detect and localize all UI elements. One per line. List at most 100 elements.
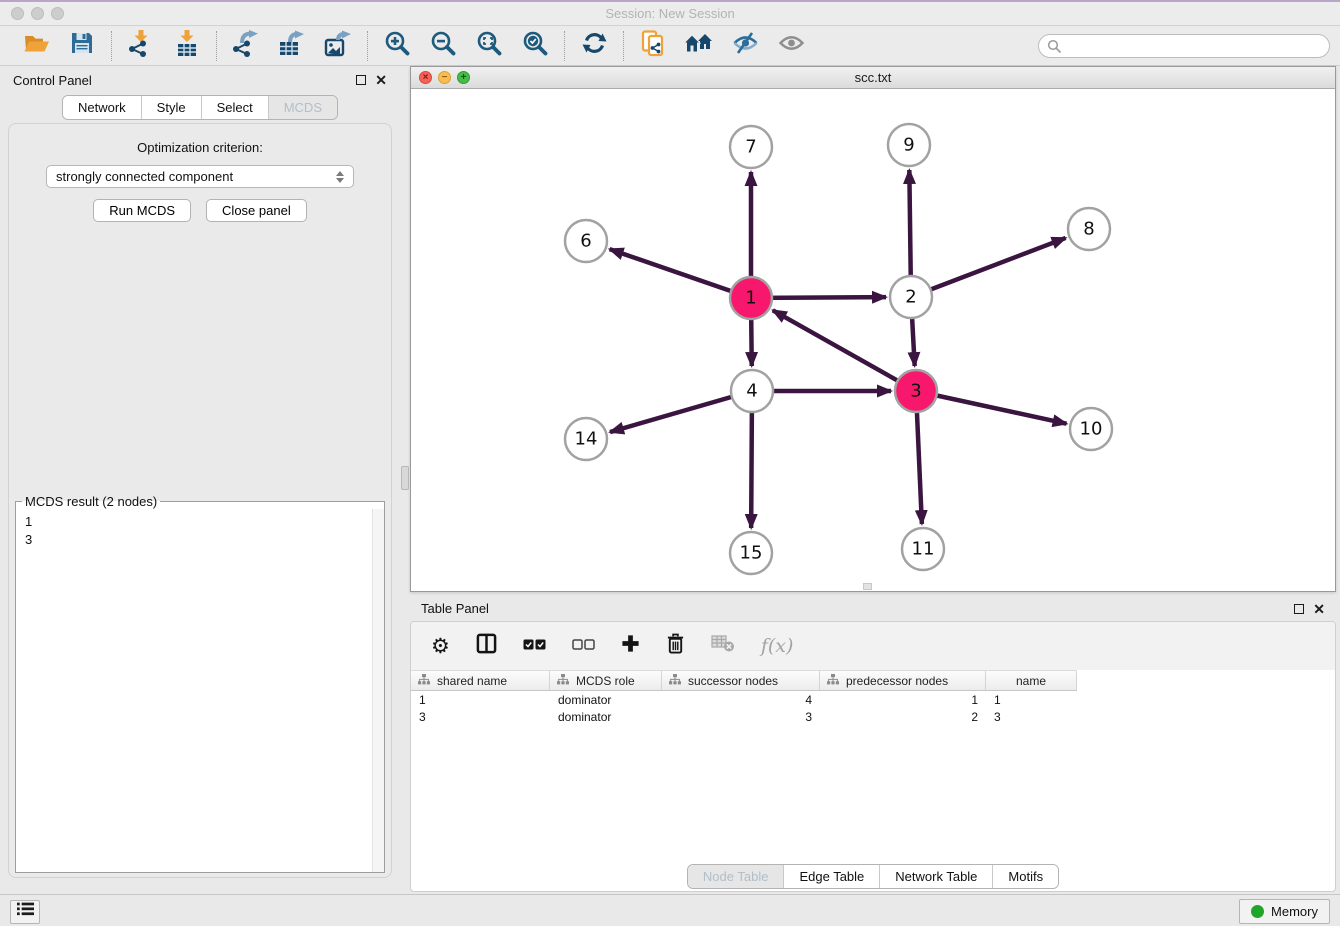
delete-columns-button[interactable] — [666, 633, 685, 659]
toolbar-separator — [623, 31, 624, 61]
open-session-button[interactable] — [16, 30, 56, 62]
table-header-row: shared nameMCDS role successor nodes prede… — [411, 670, 1077, 691]
close-window-icon[interactable] — [11, 7, 24, 20]
toolbar-separator — [111, 31, 112, 61]
select-stepper-icon — [336, 171, 344, 183]
copy-current-view-button[interactable] — [633, 30, 673, 62]
float-table-panel-icon[interactable] — [1294, 604, 1304, 614]
edge-1-6[interactable] — [610, 249, 751, 298]
tab-network-table[interactable]: Network Table — [879, 865, 992, 888]
select-all-rows-button[interactable] — [523, 637, 546, 655]
zoom-selected-button[interactable] — [515, 30, 555, 62]
open-folder-icon — [23, 32, 50, 60]
table-row[interactable]: 1dominator411 — [411, 691, 1335, 708]
cell-MCDS-role[interactable]: dominator — [550, 710, 662, 724]
run-mcds-button[interactable]: Run MCDS — [93, 199, 191, 222]
window-controls — [11, 7, 64, 20]
export-image-button[interactable] — [318, 30, 358, 62]
cell-predecessor-nodes[interactable]: 2 — [820, 710, 986, 724]
graph-node-label-10: 10 — [1080, 419, 1103, 440]
network-window-titlebar[interactable]: × − + scc.txt — [411, 67, 1335, 89]
panel-splitter[interactable] — [400, 66, 410, 894]
title-bar: Session: New Session — [0, 2, 1340, 26]
memory-button[interactable]: Memory — [1239, 899, 1330, 924]
create-column-button[interactable] — [621, 634, 640, 658]
show-column-button[interactable] — [476, 633, 497, 659]
graph-node-label-7: 7 — [745, 137, 756, 158]
result-scrollbar[interactable] — [372, 509, 384, 872]
export-table-button[interactable] — [272, 30, 312, 62]
cell-name[interactable]: 1 — [986, 693, 1077, 707]
edge-2-8[interactable] — [911, 238, 1066, 297]
column-header-successor-nodes[interactable]: successor nodes — [662, 671, 820, 690]
float-panel-icon[interactable] — [356, 75, 366, 85]
zoom-in-button[interactable] — [377, 30, 417, 62]
mcds-result-text[interactable]: 1 3 — [19, 512, 381, 869]
cell-successor-nodes[interactable]: 3 — [662, 710, 820, 724]
save-session-button[interactable] — [62, 30, 102, 62]
task-history-button[interactable] — [10, 900, 40, 924]
column-header-predecessor-nodes[interactable]: predecessor nodes — [820, 671, 986, 690]
zoom-out-button[interactable] — [423, 30, 463, 62]
unchecked-boxes-icon — [572, 637, 595, 655]
status-bar: Memory — [0, 894, 1340, 926]
delete-table-button[interactable] — [711, 635, 735, 657]
zoom-out-icon — [430, 30, 456, 61]
network-maximize-icon[interactable]: + — [457, 71, 470, 84]
show-graphics-details-button[interactable] — [771, 30, 811, 62]
tab-select[interactable]: Select — [201, 96, 268, 119]
close-table-panel-icon[interactable]: ✕ — [1313, 604, 1325, 614]
mcds-result-title: MCDS result (2 nodes) — [22, 494, 160, 509]
search-input[interactable] — [1038, 34, 1330, 58]
tab-mcds[interactable]: MCDS — [268, 96, 337, 119]
column-label: successor nodes — [688, 674, 778, 688]
tab-motifs[interactable]: Motifs — [992, 865, 1058, 888]
minimize-window-icon[interactable] — [31, 7, 44, 20]
zoom-fit-button[interactable] — [469, 30, 509, 62]
home-button[interactable] — [679, 30, 719, 62]
export-network-button[interactable] — [226, 30, 266, 62]
eye-icon — [778, 33, 805, 58]
cell-MCDS-role[interactable]: dominator — [550, 693, 662, 707]
memory-label: Memory — [1271, 904, 1318, 919]
cell-name[interactable]: 3 — [986, 710, 1077, 724]
close-panel-button[interactable]: Close panel — [206, 199, 307, 222]
close-panel-icon[interactable]: ✕ — [375, 75, 387, 85]
trash-icon — [666, 633, 685, 659]
tab-network[interactable]: Network — [63, 96, 141, 119]
splitter-handle[interactable] — [401, 466, 409, 490]
cell-successor-nodes[interactable]: 4 — [662, 693, 820, 707]
application-window: Session: New Session — [0, 0, 1340, 926]
column-header-shared-name[interactable]: shared name — [411, 671, 550, 690]
refresh-icon — [582, 31, 607, 60]
import-network-button[interactable] — [121, 30, 161, 62]
cell-shared-name[interactable]: 1 — [411, 693, 550, 707]
deselect-all-rows-button[interactable] — [572, 637, 595, 655]
edge-3-1[interactable] — [773, 310, 916, 391]
column-header-MCDS-role[interactable]: MCDS role — [550, 671, 662, 690]
refresh-view-button[interactable] — [574, 30, 614, 62]
network-canvas[interactable]: 1234678910111415 — [411, 89, 1335, 591]
cell-predecessor-nodes[interactable]: 1 — [820, 693, 986, 707]
function-builder-button[interactable]: f(x) — [761, 635, 794, 657]
criterion-select[interactable]: strongly connected component — [46, 165, 354, 188]
export-image-icon — [324, 30, 352, 62]
graph-node-label-11: 11 — [912, 539, 935, 560]
edge-3-10[interactable] — [916, 391, 1067, 424]
import-table-button[interactable] — [167, 30, 207, 62]
network-close-icon[interactable]: × — [419, 71, 432, 84]
table-row[interactable]: 3dominator323 — [411, 708, 1335, 725]
tab-style[interactable]: Style — [141, 96, 201, 119]
graph-node-label-4: 4 — [746, 381, 757, 402]
tab-edge-table[interactable]: Edge Table — [783, 865, 879, 888]
network-minimize-icon[interactable]: − — [438, 71, 451, 84]
canvas-resize-handle[interactable] — [863, 583, 872, 590]
tab-node-table[interactable]: Node Table — [688, 865, 784, 888]
hide-graphics-details-button[interactable] — [725, 30, 765, 62]
import-table-icon — [174, 30, 200, 62]
maximize-window-icon[interactable] — [51, 7, 64, 20]
table-options-button[interactable]: ⚙ — [431, 636, 450, 657]
cell-shared-name[interactable]: 3 — [411, 710, 550, 724]
network-graph[interactable]: 1234678910111415 — [411, 89, 1335, 591]
column-header-name[interactable]: name — [986, 671, 1077, 690]
